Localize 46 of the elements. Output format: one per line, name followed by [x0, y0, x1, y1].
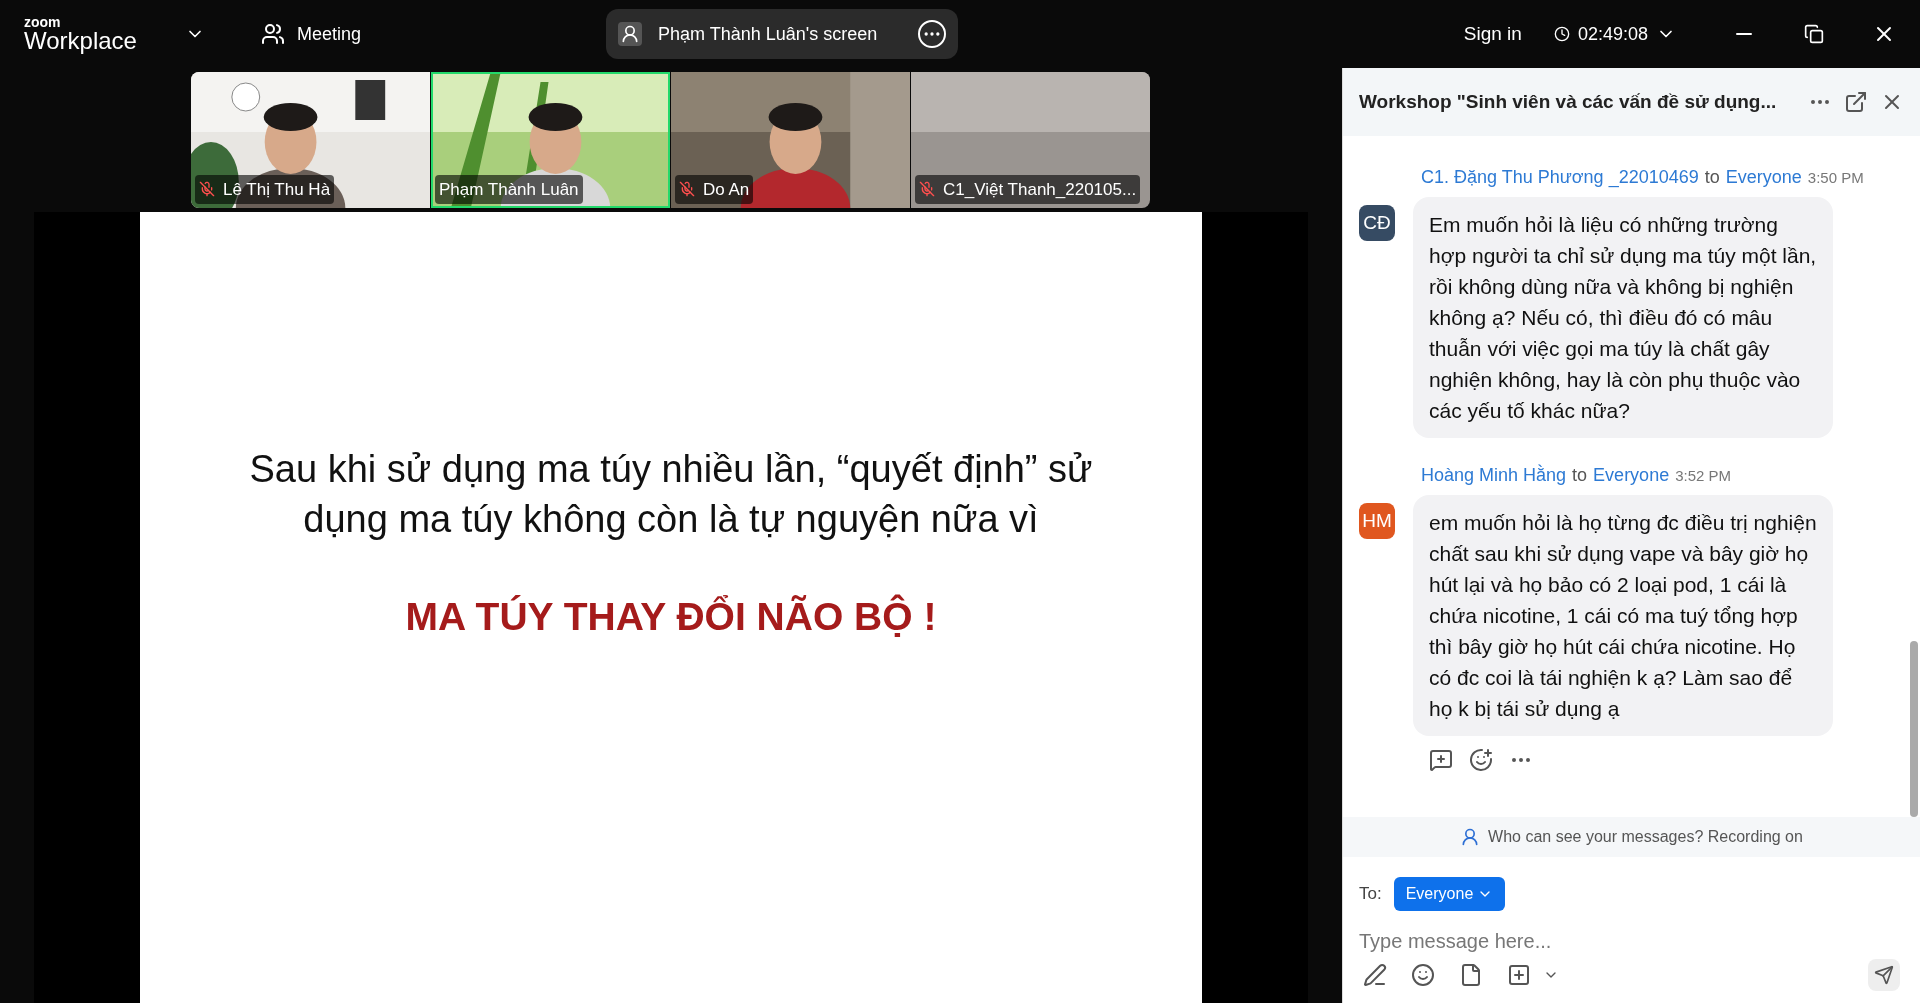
scrollbar[interactable]	[1910, 641, 1918, 817]
avatar: HM	[1359, 503, 1395, 539]
pop-out-icon[interactable]	[1844, 90, 1868, 114]
format-icon[interactable]	[1363, 963, 1387, 987]
video-tile[interactable]: C1_Việt Thanh_220105...	[911, 72, 1150, 208]
slide-headline: MA TÚY THAY ĐỔI NÃO BỘ !	[405, 593, 937, 640]
share-pill[interactable]: Phạm Thành Luân's screen	[606, 9, 958, 59]
message-input[interactable]: Type message here...	[1355, 923, 1908, 959]
to-label: to	[1704, 166, 1720, 189]
message-time: 3:50 PM	[1807, 168, 1864, 188]
clock-icon	[1553, 26, 1570, 42]
file-icon[interactable]	[1459, 963, 1483, 987]
video-tile[interactable]: Do An	[671, 72, 910, 208]
participant-name: Do An	[703, 178, 750, 201]
sender-name[interactable]: Hoàng Minh Hằng	[1421, 462, 1567, 489]
message-bubble: em muốn hỏi là họ từng đc điều trị nghiện chất sau khi sử dụng vape và bây giờ họ hút lại và họ bảo có 2 loại pod, 1 cái là chứa nicotine, 1 cái có ma tuý tổng hợp thì bây giờ họ hút cái chứa nicotine. Họ có đc coi là tái nghiện k ạ? Làm sao để họ k bị tái sử dụng ạ	[1413, 495, 1833, 736]
chat-title: Workshop "Sinh viên và các vấn đề sử dụng...	[1359, 89, 1777, 114]
to-label: to	[1572, 464, 1588, 487]
video-tile[interactable]: Lê Thị Thu Hà	[191, 72, 430, 208]
to-label: To:	[1359, 883, 1382, 906]
participant-name: Phạm Thành Luân	[439, 178, 579, 201]
recipient-name[interactable]: Everyone	[1593, 462, 1670, 489]
more-icon[interactable]	[918, 20, 946, 48]
meeting-label[interactable]: Meeting	[296, 20, 361, 48]
app-logo: zoom Workplace	[24, 15, 137, 53]
message-time: 3:52 PM	[1675, 466, 1732, 486]
recipient-dropdown[interactable]: Everyone	[1393, 877, 1506, 911]
restore-icon[interactable]	[1804, 24, 1824, 44]
people-icon	[260, 22, 285, 46]
message-bubble: Em muốn hỏi là liệu có những trường hợp người ta chỉ sử dụng ma túy một lần, rồi không dùng nữa và không bị nghiện không ạ? Nếu có, thì điều đó có mâu thuẫn với việc gọi ma túy là chất gây nghiện không, hay là còn phụ thuộc vào các yếu tố khác nữa?	[1413, 197, 1833, 438]
sender-name[interactable]: C1. Đặng Thu Phương _22010469	[1421, 164, 1699, 191]
avatar-icon	[618, 22, 642, 46]
share-label: Phạm Thành Luân's screen	[658, 22, 878, 46]
video-tile[interactable]: Phạm Thành Luân	[431, 72, 670, 208]
reaction-icon[interactable]	[1469, 748, 1493, 772]
send-icon[interactable]	[1868, 959, 1900, 991]
timer: 02:49:08	[1577, 22, 1648, 46]
sign-in-link[interactable]: Sign in	[1463, 19, 1522, 49]
slide-text: Sau khi sử dụng ma túy nhiều lần, “quyết định” sử dụng ma túy không còn là tự nguyện nữa vì	[248, 447, 1094, 542]
participant-name: C1_Việt Thanh_220105...	[943, 178, 1137, 201]
emoji-icon[interactable]	[1411, 963, 1435, 987]
recipient-name[interactable]: Everyone	[1725, 164, 1802, 191]
reply-icon[interactable]	[1429, 748, 1453, 772]
participant-name: Lê Thị Thu Hà	[223, 178, 331, 201]
screenshot-icon[interactable]	[1507, 963, 1531, 987]
avatar: CĐ	[1359, 205, 1395, 241]
